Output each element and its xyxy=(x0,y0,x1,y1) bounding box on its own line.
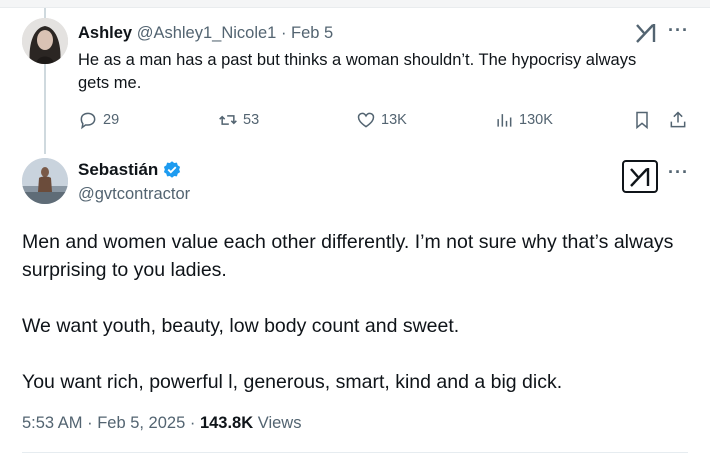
speech-bubble-icon xyxy=(80,112,96,130)
repost-action[interactable]: 53 xyxy=(218,110,259,130)
tweet-views-count: 143.8K xyxy=(199,414,254,432)
reply-header: Ashley @Ashley1_Nicole1 · Feb 5 xyxy=(78,24,333,43)
reply-date[interactable]: Feb 5 xyxy=(291,24,333,42)
share-icon xyxy=(670,111,686,128)
reply-separator: · xyxy=(276,24,292,42)
main-author-name[interactable]: Sebastián xyxy=(78,160,158,180)
heart-icon xyxy=(357,112,375,128)
timestamp-text[interactable]: 5:53 AM · Feb 5, 2025 · xyxy=(22,414,200,432)
avatar[interactable] xyxy=(22,18,68,64)
avatar-sebastian-image xyxy=(22,158,68,204)
repost-count: 53 xyxy=(243,112,260,128)
tweet-paragraph: We want youth, beauty, low body count an… xyxy=(22,315,460,337)
reply-author-handle[interactable]: @Ashley1_Nicole1 xyxy=(137,24,277,42)
reply-action[interactable]: 29 xyxy=(78,110,119,130)
reply-count: 29 xyxy=(103,112,120,128)
views-action[interactable]: 130K xyxy=(494,110,553,130)
more-dots-icon[interactable]: ··· xyxy=(668,162,689,183)
main-author-handle[interactable]: @gvtcontractor xyxy=(78,185,190,204)
tweet-timestamp[interactable]: 5:53 AM · Feb 5, 2025 · 143.8K Views xyxy=(22,414,301,433)
reply-author-name[interactable]: Ashley xyxy=(78,24,132,42)
avatar[interactable] xyxy=(22,158,68,204)
bookmark-icon xyxy=(636,111,648,130)
tweet-views-label: Views xyxy=(253,414,302,432)
more-dots-icon[interactable]: ··· xyxy=(668,20,689,41)
verified-badge-icon xyxy=(164,161,181,178)
like-action[interactable]: 13K xyxy=(356,110,407,130)
views-count: 130K xyxy=(519,112,553,128)
top-divider-strip xyxy=(0,0,710,8)
grok-icon[interactable] xyxy=(634,22,658,44)
reply-text: He as a man has a past but thinks a woma… xyxy=(78,51,637,92)
main-author-name-row[interactable]: Sebastián xyxy=(78,160,182,180)
bookmark-button[interactable] xyxy=(632,110,652,130)
avatar-ashley-image xyxy=(22,18,68,64)
grok-button[interactable] xyxy=(622,160,658,193)
tweet-paragraph: You want rich, powerful l, generous, sma… xyxy=(22,371,563,393)
main-tweet-text: Men and women value each other different… xyxy=(22,228,702,396)
tweet-paragraph: Men and women value each other different… xyxy=(22,231,674,281)
like-count: 13K xyxy=(381,112,407,128)
divider xyxy=(22,452,688,453)
grok-icon xyxy=(630,167,650,187)
share-button[interactable] xyxy=(668,110,688,130)
bar-chart-icon xyxy=(497,114,512,127)
repost-arrows-icon xyxy=(219,115,237,125)
